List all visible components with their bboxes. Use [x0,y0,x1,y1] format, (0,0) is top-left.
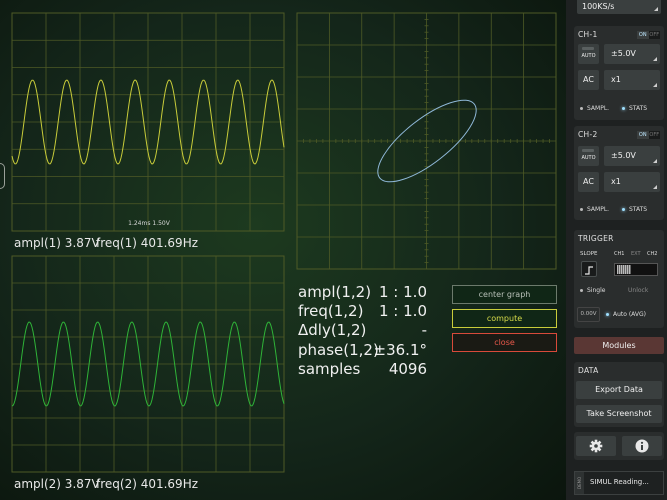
toggle-off: OFF [648,31,660,39]
ch1-coupling-button[interactable]: AC [578,70,599,90]
dropdown-caret-icon [653,159,657,163]
auto-indicator [582,149,594,152]
close-button[interactable]: close [452,333,557,352]
ch2-probe-value: x1 [611,177,621,186]
single-label: Single [587,287,606,294]
radio-dot [580,289,583,292]
ch2-range-dropdown[interactable]: ±5.0V [604,146,660,166]
status-side-label: DEMO [575,472,584,494]
ch1-auto-button[interactable]: AUTO [578,44,599,64]
gear-icon [589,439,603,453]
sample-rate-dropdown[interactable]: 100KS/s [577,0,661,14]
stat-label: samples [298,360,361,378]
radio-dot [580,107,583,110]
slope-label: SLOPE [580,251,598,257]
ch1-probe-value: x1 [611,75,621,84]
ch1-auto-label: AUTO [581,53,596,59]
ch1-sampl-label: SAMPL. [587,105,610,112]
ch2-section: CH-2 ON OFF AUTO ±5.0V AC x1 SAMPL. STAT… [574,126,664,220]
status-text: SIMUL Reading... [590,478,649,486]
toggle-on: ON [637,131,649,139]
ch1-freq-label: freq(1) 401.69Hz [96,236,199,250]
auto-indicator [582,47,594,50]
trigger-mode-radio[interactable]: Auto (AVG) [606,311,646,318]
trigger-title: TRIGGER [578,234,614,243]
ch1-power-toggle[interactable]: ON OFF [637,31,660,39]
ch2-range-value: ±5.0V [611,151,636,160]
ch2-power-toggle[interactable]: ON OFF [637,131,660,139]
ch1-range-value: ±5.0V [611,49,636,58]
stat-value: - [421,321,427,339]
trigger-mode-label: Auto (AVG) [613,311,646,318]
settings-button[interactable] [576,436,616,456]
stat-label: freq(1,2) [298,302,364,320]
control-panel: 100KS/s CH-1 ON OFF AUTO ±5.0V AC x1 SAM… [566,0,667,500]
single-radio[interactable]: Single [580,287,605,294]
compute-button[interactable]: compute [452,309,557,328]
take-screenshot-button[interactable]: Take Screenshot [576,405,662,423]
dropdown-caret-icon [653,83,657,87]
trigger-source-ch2[interactable]: CH2 [647,251,657,257]
ch1-section: CH-1 ON OFF AUTO ±5.0V AC x1 SAMPL. STAT… [574,26,664,120]
ch1-stats-radio[interactable]: STATS [622,105,647,112]
ch2-probe-dropdown[interactable]: x1 [604,172,660,192]
radio-dot-selected [622,208,625,211]
ch2-sampl-radio[interactable]: SAMPL. [580,206,609,213]
ch2-title: CH-2 [578,130,598,139]
ch1-ampl-label: ampl(1) 3.87V [14,236,100,250]
trigger-level-input[interactable]: 0.00V [577,307,600,322]
radio-dot-selected [606,313,609,316]
ch1-sampl-radio[interactable]: SAMPL. [580,105,609,112]
rising-edge-icon [585,266,593,275]
ch2-coupling-button[interactable]: AC [578,172,599,192]
ch1-stats-label: STATS [629,105,648,112]
stat-value: 4096 [388,360,427,378]
slope-button[interactable] [581,261,597,277]
status-bar: DEMO SIMUL Reading... [574,471,664,495]
info-icon [635,439,649,453]
radio-dot [580,208,583,211]
sample-rate-value: 100KS/s [582,2,615,11]
info-button[interactable] [622,436,662,456]
stat-value: 1 : 1.0 [379,302,427,320]
ch2-auto-label: AUTO [581,155,596,161]
ch2-freq-label: freq(2) 401.69Hz [96,477,199,491]
ch1-probe-dropdown[interactable]: x1 [604,70,660,90]
toggle-off: OFF [648,131,660,139]
ch2-auto-button[interactable]: AUTO [578,146,599,166]
ch1-title: CH-1 [578,30,598,39]
scope-graphs: 1.24ms 1.50V [11,12,557,473]
timebase-readout: 1.24ms 1.50V [128,220,171,227]
trigger-source-ch1[interactable]: CH1 [614,251,624,257]
stat-value: 1 : 1.0 [379,283,427,301]
stat-value: ±36.1° [373,341,427,359]
modules-button[interactable]: Modules [574,337,664,354]
export-data-button[interactable]: Export Data [576,381,662,399]
ch2-stats-label: STATS [629,206,648,213]
center-graph-button[interactable]: center graph [452,285,557,304]
data-title: DATA [578,366,599,375]
trigger-source-slider[interactable] [614,263,658,276]
ch2-ampl-label: ampl(2) 3.87V [14,477,100,491]
unlock-button[interactable]: Unlock [628,287,648,294]
dropdown-caret-icon [653,57,657,61]
ch1-range-dropdown[interactable]: ±5.0V [604,44,660,64]
trigger-section: TRIGGER SLOPE CH1 EXT CH2 Single Unlock … [574,230,664,328]
dropdown-caret-icon [654,7,658,11]
slider-thumb[interactable] [617,265,631,274]
toggle-on: ON [637,31,649,39]
ch2-sampl-label: SAMPL. [587,206,610,213]
oscilloscope-display[interactable]: 1.24ms 1.50V ampl(1) 3.87V freq(1) 401.6… [0,0,566,500]
ch2-stats-radio[interactable]: STATS [622,206,647,213]
trigger-source-ext[interactable]: EXT [631,251,641,257]
radio-dot-selected [622,107,625,110]
dropdown-caret-icon [653,185,657,189]
